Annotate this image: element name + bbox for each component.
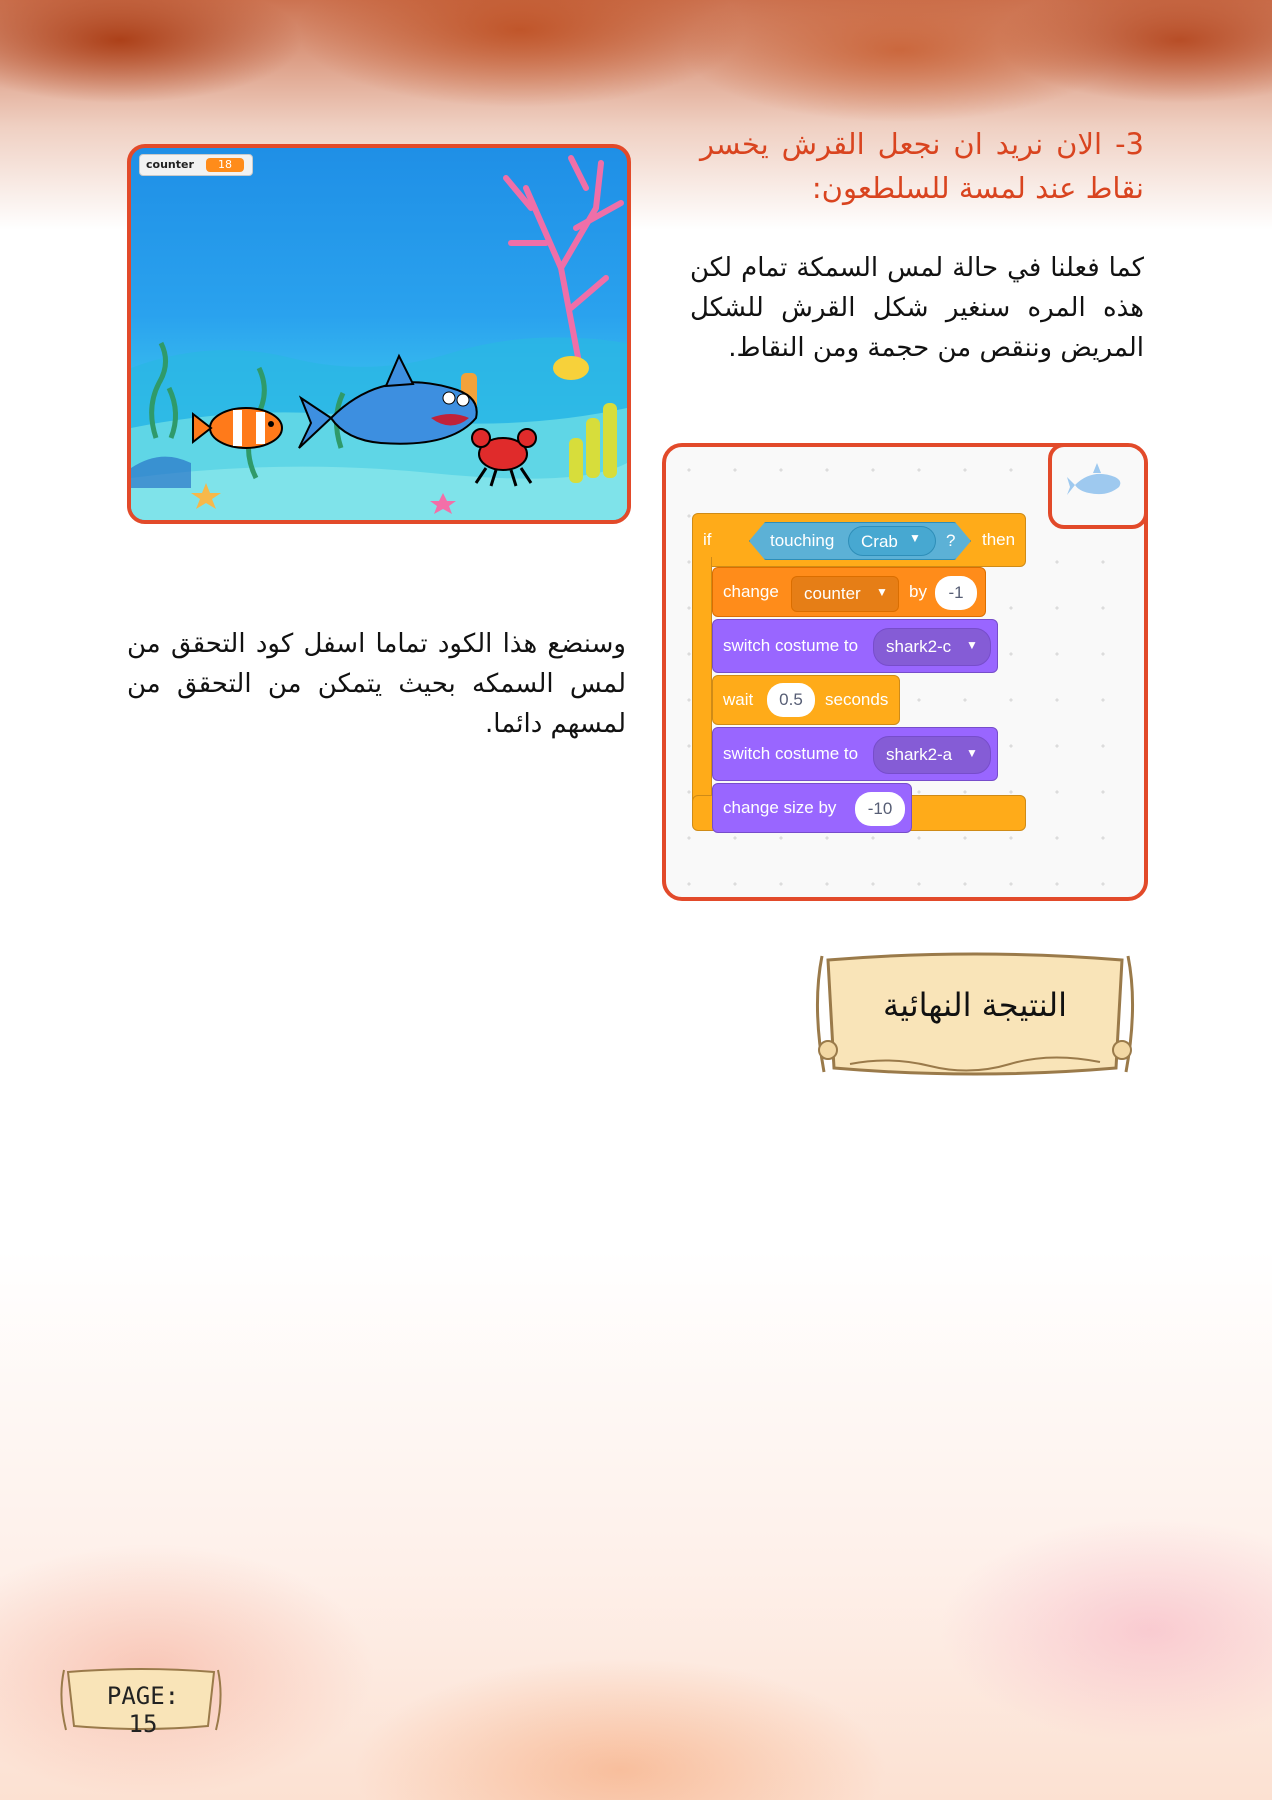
costume-dropdown[interactable]: shark2-c ▼ bbox=[873, 628, 991, 666]
chevron-down-icon: ▼ bbox=[876, 585, 888, 599]
change-size-block[interactable]: change size by -10 bbox=[712, 783, 912, 833]
page-number-tag: PAGE: 15 bbox=[58, 1664, 224, 1738]
change-size-label: change size by bbox=[723, 798, 837, 817]
switch-costume-block[interactable]: switch costume to shark2-a ▼ bbox=[712, 727, 998, 781]
change-variable-block[interactable]: change counter ▼ by -1 bbox=[712, 567, 986, 617]
monitor-label: counter bbox=[146, 158, 194, 171]
switch-costume-label: switch costume to bbox=[723, 744, 859, 763]
game-stage: counter 18 bbox=[127, 144, 631, 524]
costume-dropdown[interactable]: shark2-a ▼ bbox=[873, 736, 991, 774]
change-value-input[interactable]: -1 bbox=[935, 576, 977, 610]
costume-name: shark2-c bbox=[886, 637, 952, 656]
instruction-paragraph: كما فعلنا في حالة لمس السمكة تمام لكن هذ… bbox=[690, 253, 1144, 363]
then-label: then bbox=[982, 530, 1016, 549]
page-number: PAGE: 15 bbox=[106, 1682, 180, 1738]
question-mark: ? bbox=[946, 531, 956, 550]
if-block-arm bbox=[692, 557, 712, 805]
costume-name: shark2-a bbox=[886, 745, 953, 764]
touching-condition[interactable]: touching Crab ▼ ? bbox=[749, 522, 971, 560]
wait-label: wait bbox=[723, 690, 754, 709]
placement-paragraph: وسنضع هذا الكود تماما اسفل كود التحقق من… bbox=[127, 629, 626, 739]
result-title: النتيجة النهائية bbox=[882, 986, 1068, 1024]
underwater-scene bbox=[131, 155, 627, 520]
chevron-down-icon: ▼ bbox=[966, 638, 978, 652]
sprite-thumbnail[interactable] bbox=[1048, 447, 1144, 529]
touching-label: touching bbox=[770, 531, 835, 550]
chevron-down-icon: ▼ bbox=[966, 746, 978, 760]
variable-dropdown[interactable]: counter ▼ bbox=[791, 576, 899, 612]
monitor-value: 18 bbox=[206, 158, 244, 172]
wait-block[interactable]: wait 0.5 seconds bbox=[712, 675, 900, 725]
seconds-label: seconds bbox=[825, 690, 889, 709]
by-label: by bbox=[909, 582, 927, 601]
counter-monitor: counter 18 bbox=[139, 154, 253, 176]
if-block[interactable]: if touching Crab ▼ ? then bbox=[692, 513, 1026, 567]
if-label: if bbox=[703, 530, 712, 549]
size-value-input[interactable]: -10 bbox=[855, 792, 905, 826]
wait-value-input[interactable]: 0.5 bbox=[767, 683, 815, 717]
chevron-down-icon: ▼ bbox=[909, 531, 921, 545]
touching-target: Crab bbox=[861, 532, 898, 551]
touching-target-dropdown[interactable]: Crab ▼ bbox=[848, 526, 936, 556]
shark-icon bbox=[1067, 463, 1121, 495]
result-banner: النتيجة النهائية bbox=[810, 946, 1140, 1082]
variable-name: counter bbox=[804, 584, 861, 603]
switch-costume-block[interactable]: switch costume to shark2-c ▼ bbox=[712, 619, 998, 673]
change-label: change bbox=[723, 582, 779, 601]
code-area: if touching Crab ▼ ? then change counter… bbox=[662, 443, 1148, 901]
switch-costume-label: switch costume to bbox=[723, 636, 859, 655]
section-heading: 3- الان نريد ان نجعل القرش يخسر نقاط عند… bbox=[700, 127, 1144, 205]
